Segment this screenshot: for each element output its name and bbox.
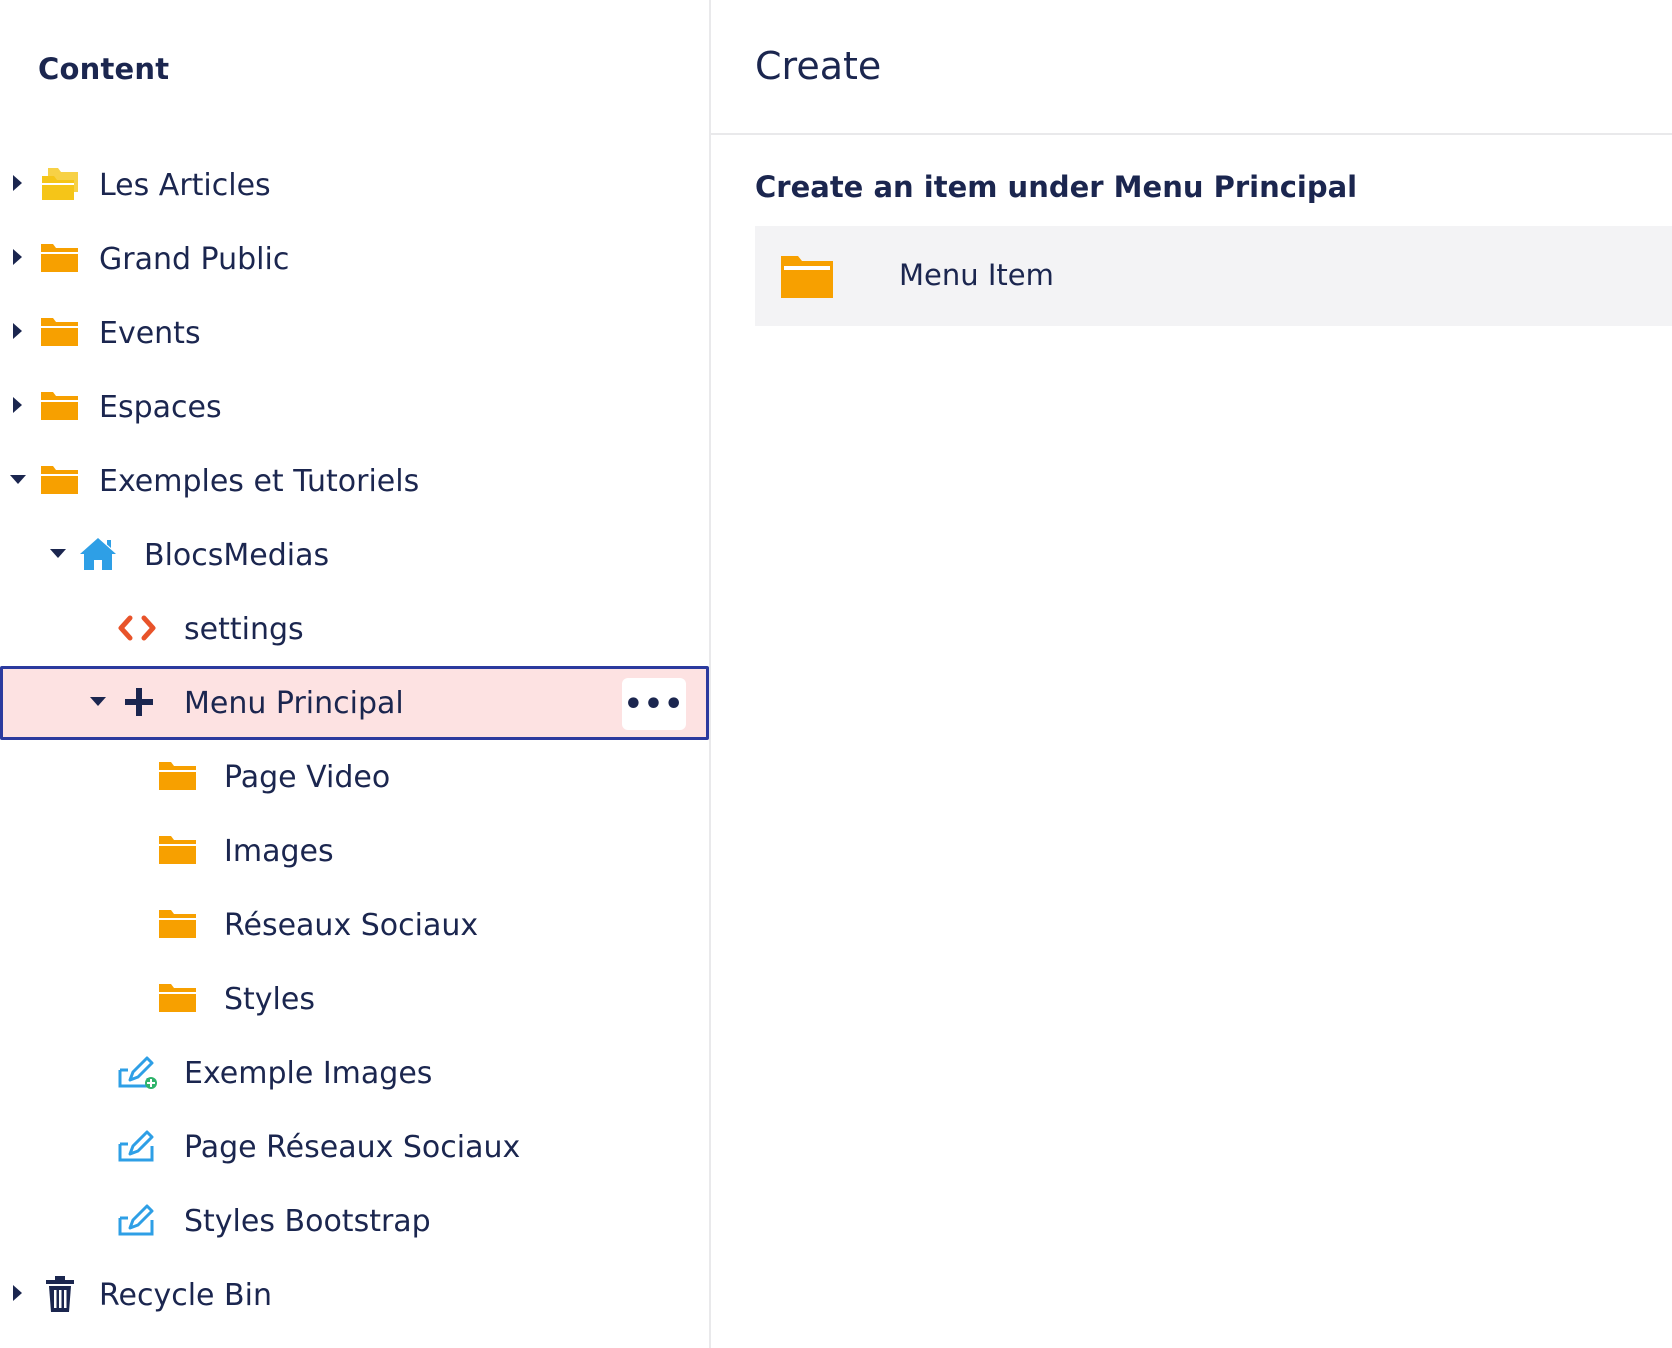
tree-item-page-video[interactable]: Page Video	[0, 740, 709, 814]
folder-icon	[781, 256, 833, 298]
more-actions-button[interactable]: •••	[622, 678, 686, 730]
tree-item-reseaux-sociaux[interactable]: Réseaux Sociaux	[0, 888, 709, 962]
tree-item-label: Exemples et Tutoriels	[99, 464, 420, 499]
caret-right-icon[interactable]	[13, 397, 22, 413]
tree-item-styles-bootstrap[interactable]: Styles Bootstrap	[0, 1184, 709, 1258]
folder-icon	[41, 244, 78, 272]
tree-item-grand-public[interactable]: Grand Public	[0, 222, 709, 296]
panel-header: Create	[711, 0, 1672, 135]
code-icon	[118, 615, 156, 641]
tree-item-label: Styles Bootstrap	[184, 1204, 431, 1239]
tree-item-label: Styles	[224, 982, 315, 1017]
folder-stack-icon	[42, 168, 78, 200]
caret-down-icon[interactable]	[90, 697, 106, 706]
tree-item-recycle-bin[interactable]: Recycle Bin	[0, 1258, 709, 1332]
caret-right-icon[interactable]	[13, 1285, 22, 1301]
folder-icon	[159, 836, 196, 864]
tree-item-espaces[interactable]: Espaces	[0, 370, 709, 444]
trash-icon	[46, 1276, 74, 1312]
caret-right-icon[interactable]	[13, 323, 22, 339]
page-title: Create	[755, 44, 882, 88]
create-option-menu-item[interactable]: Menu Item	[755, 226, 1672, 326]
tree-item-menu-principal[interactable]: Menu Principal •••	[0, 666, 709, 740]
sidebar-title: Content	[38, 52, 170, 86]
caret-right-icon[interactable]	[13, 175, 22, 191]
tree-item-exemples-et-tutoriels[interactable]: Exemples et Tutoriels	[0, 444, 709, 518]
tree-item-les-articles[interactable]: Les Articles	[0, 148, 709, 222]
tree-item-label: Réseaux Sociaux	[224, 908, 479, 943]
edit-icon	[118, 1130, 154, 1162]
tree-item-styles[interactable]: Styles	[0, 962, 709, 1036]
caret-down-icon[interactable]	[10, 475, 26, 484]
tree-item-exemple-images[interactable]: Exemple Images	[0, 1036, 709, 1110]
tree-item-label: Page Réseaux Sociaux	[184, 1130, 521, 1165]
tree-item-images[interactable]: Images	[0, 814, 709, 888]
tree-item-label: Exemple Images	[184, 1056, 433, 1091]
tree-item-label: Espaces	[99, 390, 222, 425]
tree-item-page-reseaux-sociaux[interactable]: Page Réseaux Sociaux	[0, 1110, 709, 1184]
content-tree: Les Articles Grand Public Events Espaces…	[0, 148, 711, 1332]
folder-icon	[41, 392, 78, 420]
tree-item-settings[interactable]: settings	[0, 592, 709, 666]
tree-item-label: Events	[99, 316, 201, 351]
tree-item-label: settings	[184, 612, 304, 647]
edit-icon	[118, 1204, 154, 1236]
tree-item-label: Page Video	[224, 760, 391, 795]
tree-item-label: Recycle Bin	[99, 1278, 272, 1313]
folder-icon	[159, 910, 196, 938]
tree-item-label: BlocsMedias	[144, 538, 330, 573]
tree-item-label: Menu Principal	[184, 686, 404, 721]
tree-item-events[interactable]: Events	[0, 296, 709, 370]
tree-item-label: Les Articles	[99, 168, 271, 203]
create-panel: Create Create an item under Menu Princip…	[711, 0, 1672, 1348]
folder-icon	[159, 984, 196, 1012]
tree-item-label: Grand Public	[99, 242, 290, 277]
caret-right-icon[interactable]	[13, 249, 22, 265]
tree-item-label: Images	[224, 834, 334, 869]
home-icon	[80, 538, 116, 570]
create-option-label: Menu Item	[899, 258, 1054, 292]
caret-down-icon[interactable]	[50, 549, 66, 558]
edit-plus-icon	[118, 1056, 157, 1089]
folder-icon	[159, 762, 196, 790]
folder-icon	[41, 318, 78, 346]
create-heading: Create an item under Menu Principal	[755, 170, 1358, 204]
folder-icon	[41, 466, 78, 494]
tree-item-blocsmedias[interactable]: BlocsMedias	[0, 518, 709, 592]
content-tree-sidebar: Content Les Articles Grand Public Events…	[0, 0, 711, 1348]
plus-icon	[125, 688, 153, 716]
